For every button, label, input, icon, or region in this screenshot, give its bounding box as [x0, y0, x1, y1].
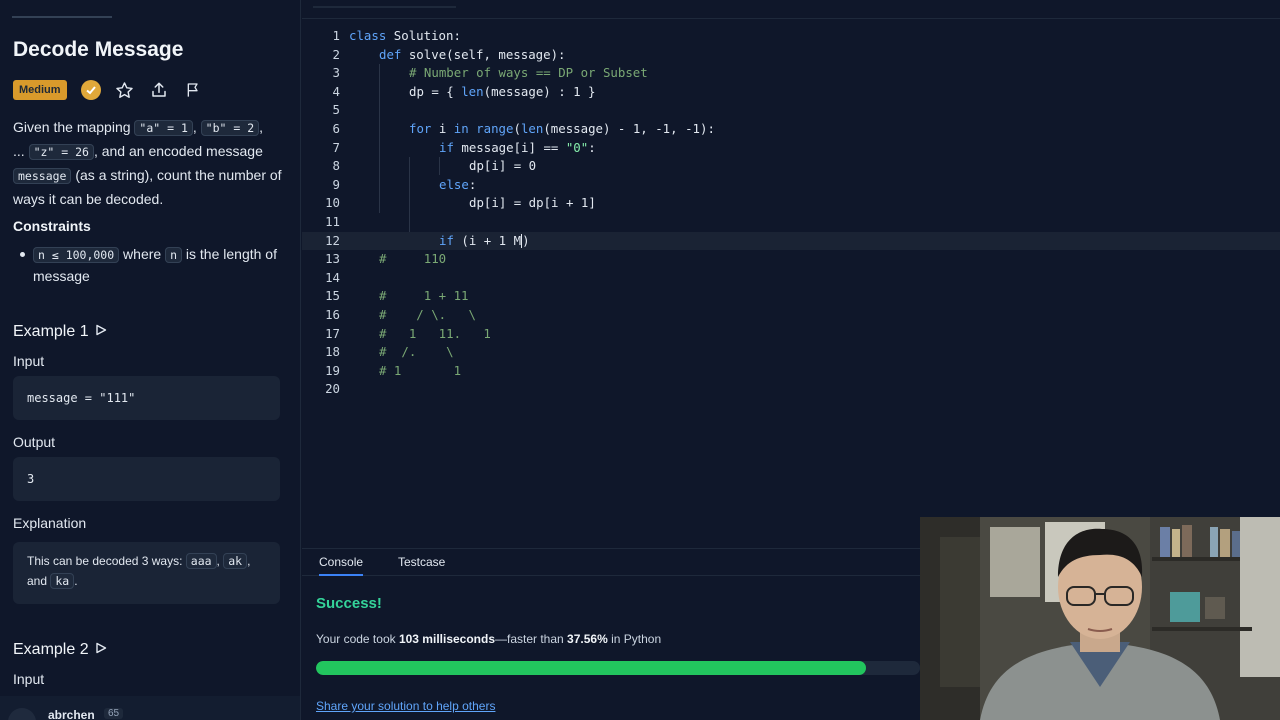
- code-line: 5: [332, 102, 340, 118]
- tab-testcase[interactable]: Testcase: [398, 555, 445, 574]
- code-line: 3 # Number of ways == DP or Subset: [332, 65, 648, 81]
- code-line: 1 class Solution:: [332, 28, 461, 43]
- example-2-input-label: Input: [13, 671, 45, 687]
- editor-tab-indicator: [313, 6, 456, 8]
- performance-progress-bar: [316, 661, 920, 675]
- message-variable: message: [13, 168, 72, 184]
- star-icon[interactable]: [115, 80, 135, 100]
- code-line: 7 if message[i] == "0":: [332, 139, 596, 155]
- result-summary: Your code took 103 milliseconds—faster t…: [316, 632, 662, 646]
- code-line: 11: [325, 214, 340, 229]
- example-1-heading: Example 1: [13, 323, 107, 341]
- code-line-active: 12 if (i + 1 M): [302, 231, 1280, 251]
- tab-console[interactable]: Console: [319, 555, 364, 576]
- code-line: 14: [325, 269, 340, 285]
- tab-indicator: [12, 16, 112, 18]
- problem-panel: Decode Message Medium Given the mapping …: [0, 0, 301, 720]
- play-icon[interactable]: [95, 641, 107, 659]
- avatar[interactable]: [8, 708, 36, 720]
- mapping-z: "z" = 26: [28, 144, 94, 160]
- output-value: 3: [27, 472, 35, 486]
- explanation-box: This can be decoded 3 ways: aaa, ak, and…: [13, 542, 280, 604]
- code-line: 8 dp[i] = 0: [332, 158, 537, 174]
- code-line: 4 dp = { len(message) : 1 }: [332, 83, 596, 99]
- code-line: 6 for i in range(len(message) - 1, -1, -1…: [332, 121, 715, 136]
- user-strip: abrchen 65: [0, 696, 300, 720]
- output-label: Output: [13, 434, 56, 450]
- mapping-b: "b" = 2: [200, 120, 260, 136]
- code-line: 16 # / \. \: [325, 307, 476, 322]
- user-score-badge: 65: [104, 708, 124, 719]
- difficulty-badge: Medium: [13, 80, 67, 100]
- code-line: 19 # 1 1: [325, 362, 462, 378]
- input-box: message = "111": [13, 376, 280, 420]
- explanation-label: Explanation: [13, 515, 87, 531]
- check-circle-icon: [80, 80, 101, 100]
- constraint-item: n ≤ 100,000 where n is the length of mes…: [20, 244, 290, 287]
- code-line: 18 # /. \: [325, 344, 454, 360]
- webcam-overlay: [920, 517, 1280, 720]
- problem-meta-row: Medium: [13, 80, 203, 100]
- code-line: 17 # 1 11. 1: [325, 325, 491, 341]
- decoding-aaa: aaa: [185, 553, 217, 569]
- example-2-heading: Example 2: [13, 641, 107, 659]
- flag-icon[interactable]: [183, 80, 203, 100]
- code-editor[interactable]: 1 class Solution: 2 def solve(self, messag…: [302, 18, 1280, 548]
- output-box: 3: [13, 457, 280, 501]
- mapping-a: "a" = 1: [134, 120, 193, 136]
- problem-description: Given the mapping "a" = 1, "b" = 2, ... …: [13, 119, 282, 207]
- bullet: [20, 252, 25, 257]
- code-line: 13 # 110: [325, 251, 447, 267]
- progress-fill: [316, 661, 866, 675]
- code-line: 2 def solve(self, message):: [332, 46, 566, 62]
- decoding-ak: ak: [223, 553, 248, 569]
- constraints-label: Constraints: [13, 218, 91, 234]
- decoding-ka: ka: [50, 573, 75, 589]
- constraint-n-limit: n ≤ 100,000: [33, 247, 120, 263]
- code-line: 10 dp[i] = dp[i + 1]: [325, 195, 596, 211]
- webcam-person-image: [920, 517, 1280, 720]
- code-line: 15 # 1 + 11: [325, 288, 469, 304]
- code-line: 20: [325, 381, 340, 397]
- share-solution-link[interactable]: Share your solution to help others: [316, 699, 495, 713]
- user-name[interactable]: abrchen: [48, 708, 95, 720]
- code-line: 9 else:: [332, 176, 477, 192]
- play-icon[interactable]: [95, 323, 107, 341]
- problem-title: Decode Message: [13, 38, 184, 61]
- input-value: message = "111": [27, 391, 136, 405]
- input-label: Input: [13, 353, 45, 369]
- success-status: Success!: [316, 595, 382, 612]
- upload-icon[interactable]: [149, 80, 169, 100]
- constraint-n-var: n: [165, 247, 183, 263]
